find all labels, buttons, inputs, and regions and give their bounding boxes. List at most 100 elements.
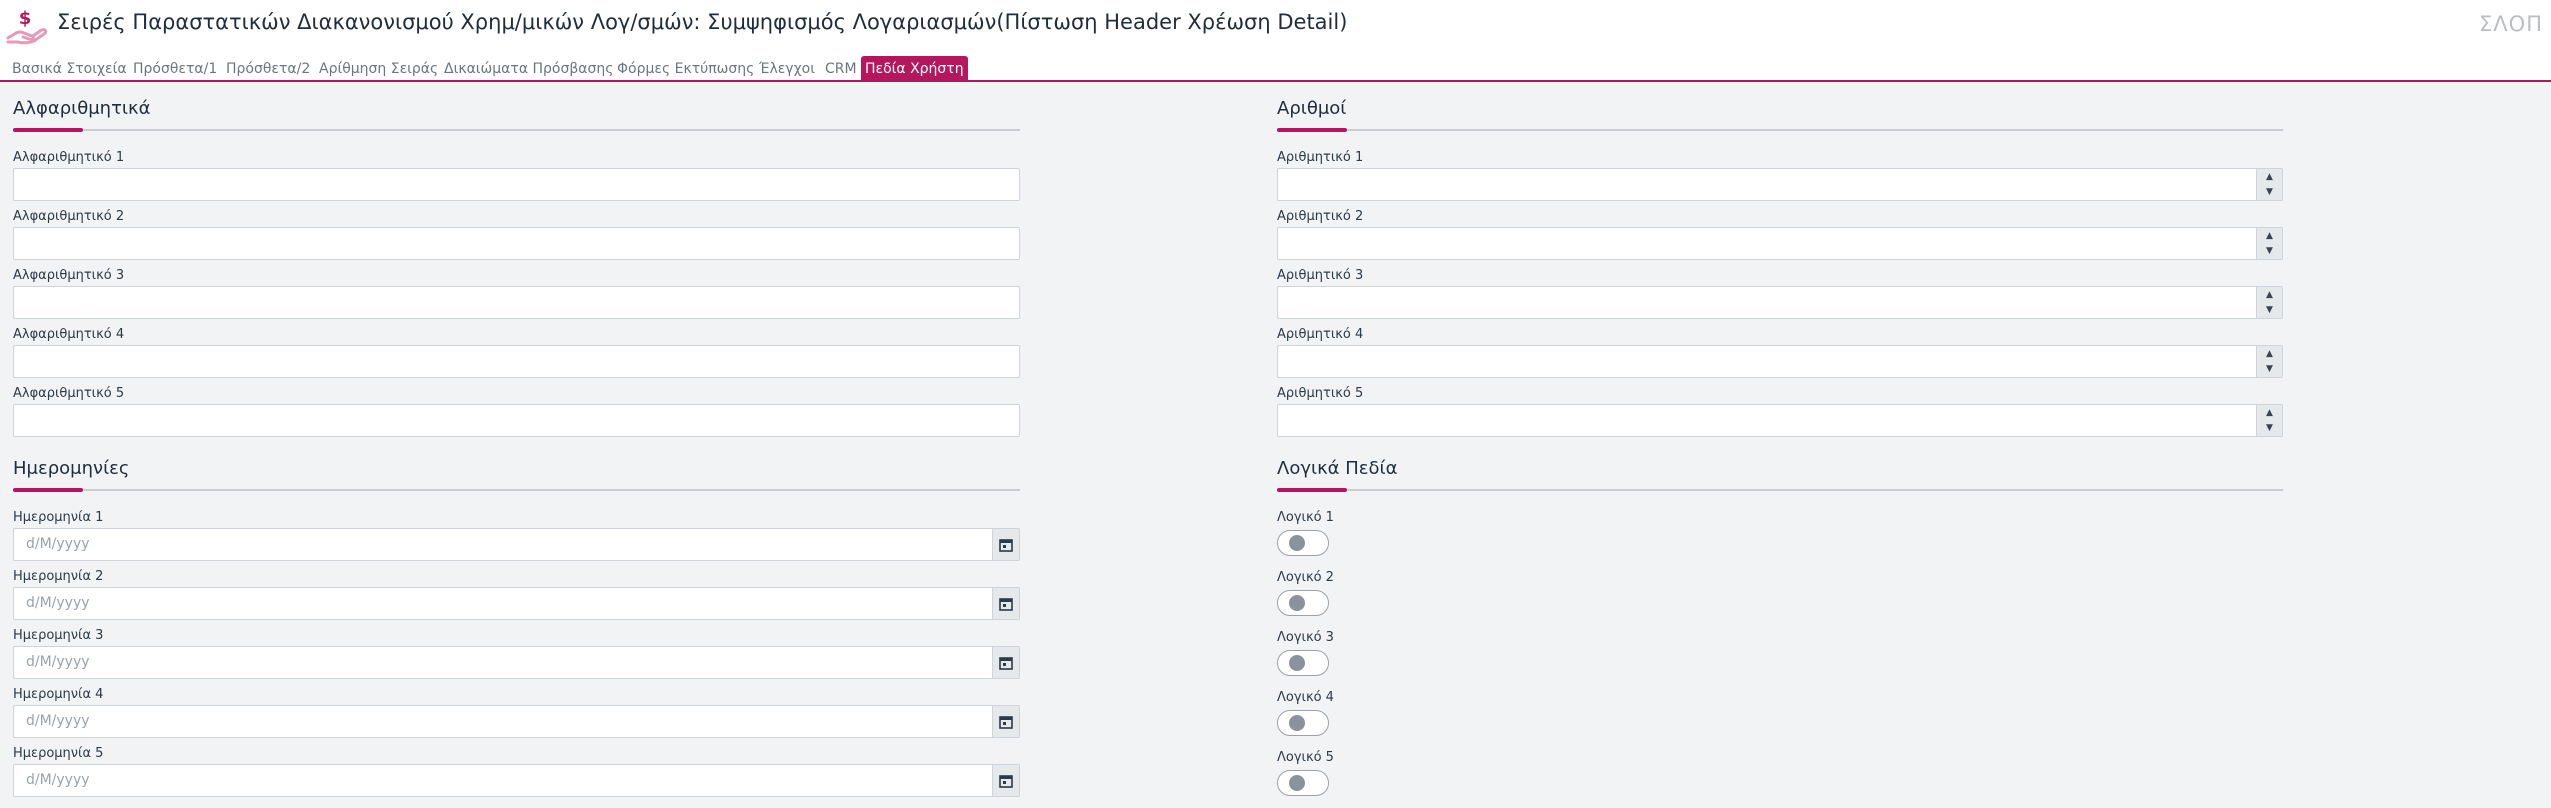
numeric-spinner: ▲ ▼: [2256, 228, 2282, 259]
date-placeholder: d/M/yyyy: [26, 536, 90, 552]
date-placeholder: d/M/yyyy: [26, 713, 90, 729]
svg-text:$: $: [19, 8, 32, 29]
tab-crm[interactable]: CRM: [821, 56, 861, 82]
tab-bar: Βασικά Στοιχεία Πρόσθετα/1 Πρόσθετα/2 Αρ…: [0, 52, 2551, 82]
boolean-1-toggle[interactable]: [1277, 530, 1329, 556]
tab-checks[interactable]: Έλεγχοι: [755, 56, 819, 82]
numeric-spinner: ▲ ▼: [2256, 287, 2282, 318]
tab-access-rights[interactable]: Δικαιώματα Πρόσβασης: [440, 56, 617, 82]
spin-up-icon[interactable]: ▲: [2257, 228, 2282, 243]
spin-up-icon[interactable]: ▲: [2257, 346, 2282, 361]
alphanumeric-4-label: Αλφαριθμητικό 4: [13, 327, 125, 342]
date-4-input[interactable]: d/M/yyyy: [13, 705, 1020, 738]
date-1-input[interactable]: d/M/yyyy: [13, 528, 1020, 561]
section-title: Αριθμοί: [1277, 98, 1347, 119]
section-divider: [1277, 489, 2283, 491]
spin-down-icon[interactable]: ▼: [2257, 243, 2282, 258]
calendar-icon[interactable]: [992, 529, 1019, 560]
spin-up-icon[interactable]: ▲: [2257, 169, 2282, 184]
tab-series-numbering[interactable]: Αρίθμηση Σειράς: [315, 56, 442, 82]
section-title: Λογικά Πεδία: [1277, 458, 1398, 479]
toggle-knob: [1289, 775, 1305, 791]
date-3-input[interactable]: d/M/yyyy: [13, 646, 1020, 679]
alphanumeric-2-input[interactable]: [13, 227, 1020, 260]
section-accent: [13, 488, 83, 492]
alphanumeric-1-input[interactable]: [13, 168, 1020, 201]
section-accent: [1277, 128, 1347, 132]
toggle-knob: [1289, 655, 1305, 671]
user-code[interactable]: ΣΛΟΠ: [2479, 12, 2543, 36]
calendar-icon[interactable]: [992, 765, 1019, 796]
boolean-2-label: Λογικό 2: [1277, 570, 1334, 585]
numeric-spinner: ▲ ▼: [2256, 405, 2282, 436]
date-placeholder: d/M/yyyy: [26, 772, 90, 788]
toggle-knob: [1289, 715, 1305, 731]
alphanumeric-1-label: Αλφαριθμητικό 1: [13, 150, 125, 165]
toggle-knob: [1289, 595, 1305, 611]
calendar-icon[interactable]: [992, 706, 1019, 737]
numeric-2-label: Αριθμητικό 2: [1277, 209, 1364, 224]
spin-down-icon[interactable]: ▼: [2257, 420, 2282, 435]
numeric-2-input[interactable]: ▲ ▼: [1277, 227, 2283, 260]
date-placeholder: d/M/yyyy: [26, 595, 90, 611]
calendar-icon[interactable]: [992, 588, 1019, 619]
spin-down-icon[interactable]: ▼: [2257, 302, 2282, 317]
numeric-spinner: ▲ ▼: [2256, 346, 2282, 377]
date-5-input[interactable]: d/M/yyyy: [13, 764, 1020, 797]
date-3-label: Ημερομηνία 3: [13, 628, 104, 643]
date-2-label: Ημερομηνία 2: [13, 569, 104, 584]
section-accent: [1277, 488, 1347, 492]
numeric-1-label: Αριθμητικό 1: [1277, 150, 1364, 165]
spin-down-icon[interactable]: ▼: [2257, 361, 2282, 376]
page-title: Σειρές Παραστατικών Διακανονισμού Χρημ/μ…: [57, 10, 1348, 34]
money-hand-icon: $: [6, 8, 48, 45]
alphanumeric-5-label: Αλφαριθμητικό 5: [13, 386, 125, 401]
date-4-label: Ημερομηνία 4: [13, 687, 104, 702]
boolean-5-toggle[interactable]: [1277, 770, 1329, 796]
tab-print-forms[interactable]: Φόρμες Εκτύπωσης: [613, 56, 758, 82]
calendar-icon[interactable]: [992, 647, 1019, 678]
numeric-3-input[interactable]: ▲ ▼: [1277, 286, 2283, 319]
numeric-5-label: Αριθμητικό 5: [1277, 386, 1364, 401]
section-dates: Ημερομηνίες Ημερομηνία 1 d/M/yyyy Ημερομ…: [13, 458, 1020, 798]
section-divider: [1277, 129, 2283, 131]
date-5-label: Ημερομηνία 5: [13, 746, 104, 761]
date-1-label: Ημερομηνία 1: [13, 510, 104, 525]
tab-additional-2[interactable]: Πρόσθετα/2: [222, 56, 314, 82]
section-booleans: Λογικά Πεδία Λογικό 1 Λογικό 2 Λογικό 3 …: [1277, 458, 2283, 803]
numeric-3-label: Αριθμητικό 3: [1277, 268, 1364, 283]
boolean-3-toggle[interactable]: [1277, 650, 1329, 676]
section-divider: [13, 129, 1020, 131]
section-alphanumeric: Αλφαριθμητικά Αλφαριθμητικό 1 Αλφαριθμητ…: [13, 98, 1020, 438]
page-header: $ Σειρές Παραστατικών Διακανονισμού Χρημ…: [0, 0, 2551, 52]
boolean-1-label: Λογικό 1: [1277, 510, 1334, 525]
numeric-4-label: Αριθμητικό 4: [1277, 327, 1364, 342]
boolean-4-label: Λογικό 4: [1277, 690, 1334, 705]
boolean-4-toggle[interactable]: [1277, 710, 1329, 736]
tab-basic-info[interactable]: Βασικά Στοιχεία: [8, 56, 131, 82]
tab-user-fields[interactable]: Πεδία Χρήστη: [861, 56, 968, 82]
section-accent: [13, 128, 83, 132]
tab-additional-1[interactable]: Πρόσθετα/1: [129, 56, 221, 82]
section-title: Αλφαριθμητικά: [13, 98, 151, 119]
numeric-5-input[interactable]: ▲ ▼: [1277, 404, 2283, 437]
date-placeholder: d/M/yyyy: [26, 654, 90, 670]
boolean-3-label: Λογικό 3: [1277, 630, 1334, 645]
section-divider: [13, 489, 1020, 491]
date-2-input[interactable]: d/M/yyyy: [13, 587, 1020, 620]
alphanumeric-5-input[interactable]: [13, 404, 1020, 437]
numeric-4-input[interactable]: ▲ ▼: [1277, 345, 2283, 378]
spin-up-icon[interactable]: ▲: [2257, 405, 2282, 420]
spin-down-icon[interactable]: ▼: [2257, 184, 2282, 199]
boolean-5-label: Λογικό 5: [1277, 750, 1334, 765]
alphanumeric-3-label: Αλφαριθμητικό 3: [13, 268, 125, 283]
alphanumeric-4-input[interactable]: [13, 345, 1020, 378]
alphanumeric-3-input[interactable]: [13, 286, 1020, 319]
section-title: Ημερομηνίες: [13, 458, 130, 479]
numeric-1-input[interactable]: ▲ ▼: [1277, 168, 2283, 201]
section-numbers: Αριθμοί Αριθμητικό 1 ▲ ▼ Αριθμητικό 2 ▲ …: [1277, 98, 2283, 438]
boolean-2-toggle[interactable]: [1277, 590, 1329, 616]
alphanumeric-2-label: Αλφαριθμητικό 2: [13, 209, 125, 224]
spin-up-icon[interactable]: ▲: [2257, 287, 2282, 302]
numeric-spinner: ▲ ▼: [2256, 169, 2282, 200]
